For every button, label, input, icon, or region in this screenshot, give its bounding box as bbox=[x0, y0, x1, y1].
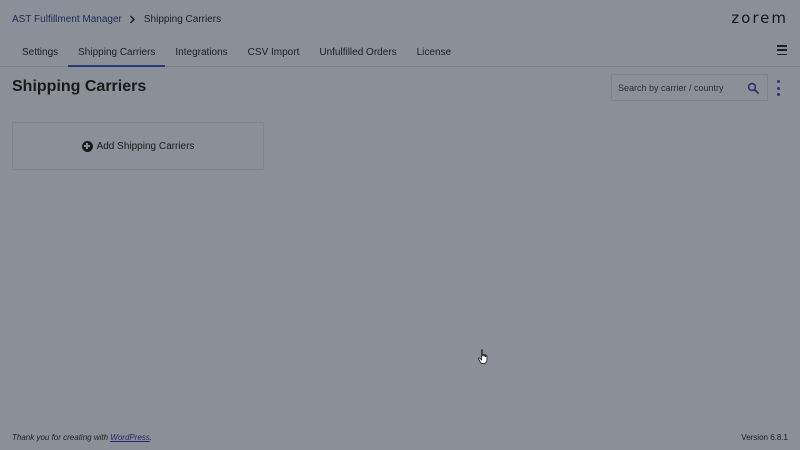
add-shipping-carriers-label: Add Shipping Carriers bbox=[96, 140, 195, 152]
hamburger-menu-icon[interactable] bbox=[777, 45, 787, 55]
brand-logo: zorem bbox=[731, 9, 788, 27]
page: AST Fulfillment Manager Shipping Carrier… bbox=[0, 0, 800, 450]
tab-bar: Settings Shipping Carriers Integrations … bbox=[0, 38, 800, 67]
footer-credit-text: Thank you for creating with bbox=[12, 433, 111, 442]
page-title: Shipping Carriers bbox=[12, 78, 147, 95]
breadcrumb-parent-link[interactable]: AST Fulfillment Manager bbox=[12, 14, 122, 25]
tab-csv-import[interactable]: CSV Import bbox=[238, 38, 310, 66]
tab-integrations[interactable]: Integrations bbox=[165, 38, 237, 66]
search-input[interactable] bbox=[612, 81, 750, 94]
top-bar: AST Fulfillment Manager Shipping Carrier… bbox=[0, 0, 800, 38]
footer-version: Version 6.8.1 bbox=[741, 433, 788, 442]
search-box bbox=[611, 74, 768, 101]
wordpress-link[interactable]: WordPress bbox=[110, 433, 150, 442]
tab-unfulfilled-orders[interactable]: Unfulfilled Orders bbox=[309, 38, 406, 66]
footer-credit: Thank you for creating with WordPress. bbox=[12, 433, 152, 442]
vertical-dots-icon[interactable] bbox=[775, 80, 781, 96]
tab-license[interactable]: License bbox=[407, 38, 461, 66]
add-shipping-carriers-button[interactable]: Add Shipping Carriers bbox=[12, 122, 264, 170]
tab-shipping-carriers[interactable]: Shipping Carriers bbox=[68, 38, 166, 67]
search-icon[interactable] bbox=[747, 82, 759, 94]
breadcrumb-current: Shipping Carriers bbox=[143, 13, 222, 25]
tab-settings[interactable]: Settings bbox=[12, 38, 68, 66]
plus-circle-icon bbox=[81, 140, 93, 152]
hand-pointer-icon bbox=[478, 349, 488, 364]
footer-credit-suffix: . bbox=[149, 433, 153, 442]
chevron-right-icon bbox=[129, 15, 136, 24]
